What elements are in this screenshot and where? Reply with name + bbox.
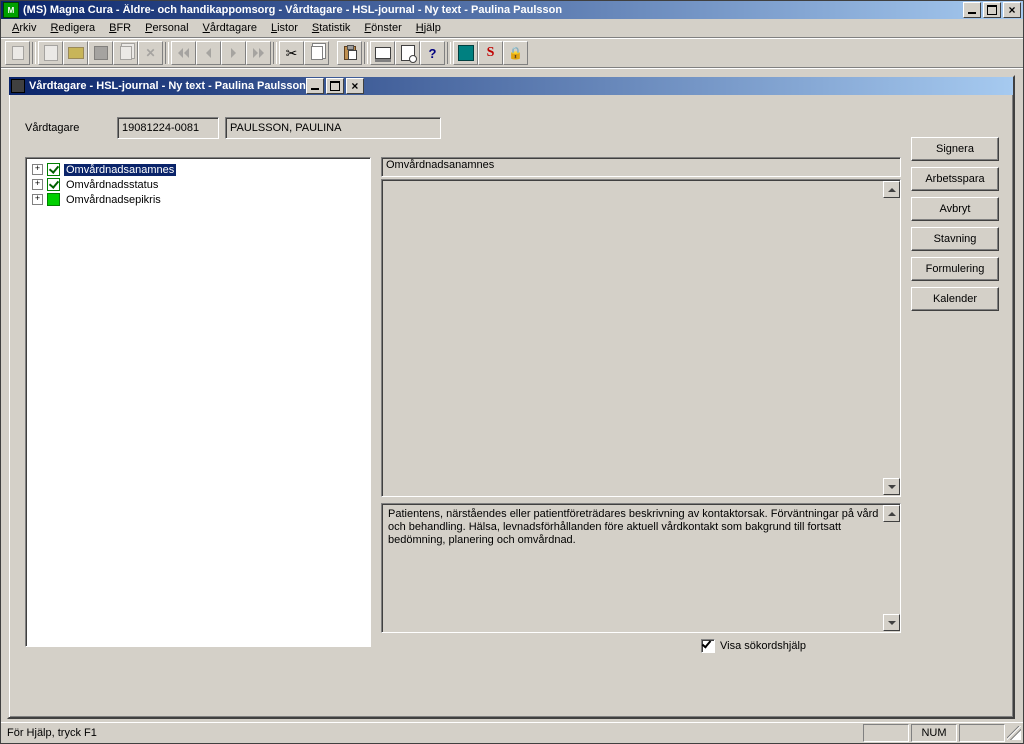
patient-row: Vårdtagare 19081224-0081 PAULSSON, PAULI…: [25, 117, 1003, 139]
tb-print-button[interactable]: [370, 41, 395, 65]
tb-s-button[interactable]: S: [478, 41, 503, 65]
journal-text-area[interactable]: [381, 179, 901, 497]
keyword-help-area: Patientens, närståendes eller patientför…: [381, 503, 901, 633]
menu-statistik[interactable]: Statistik: [305, 21, 358, 35]
show-keyword-help-row: Visa sökordshjälp: [381, 639, 901, 653]
arbetsspara-button[interactable]: Arbetsspara: [911, 167, 999, 191]
keyword-tree[interactable]: + Omvårdnadsanamnes + Omvårdnadsstatus +: [25, 157, 371, 647]
tb-open-button[interactable]: [63, 41, 88, 65]
application-window: M (MS) Magna Cura - Äldre- och handikapp…: [0, 0, 1024, 744]
check-icon: [47, 163, 60, 176]
scroll-down-button[interactable]: [883, 478, 900, 495]
menu-listor[interactable]: Listor: [264, 21, 305, 35]
status-bar: För Hjälp, tryck F1 NUM: [1, 722, 1023, 743]
restore-button[interactable]: [983, 2, 1001, 18]
tb-app-button[interactable]: [453, 41, 478, 65]
app-icon: M: [3, 2, 19, 18]
show-keyword-help-checkbox[interactable]: [701, 639, 715, 653]
close-button[interactable]: [1003, 2, 1021, 18]
editor-heading: Omvårdnadsanamnes: [381, 157, 901, 177]
menu-vardtagare[interactable]: Vårdtagare: [196, 21, 264, 35]
menu-redigera[interactable]: Redigera: [43, 21, 102, 35]
tb-help-button[interactable]: ?: [420, 41, 445, 65]
formulering-button[interactable]: Formulering: [911, 257, 999, 281]
scroll-up-button[interactable]: [883, 505, 900, 522]
kalender-button[interactable]: Kalender: [911, 287, 999, 311]
tree-item[interactable]: + Omvårdnadsanamnes: [28, 162, 368, 177]
patient-label: Vårdtagare: [25, 122, 117, 134]
menu-bar: Arkiv Redigera BFR Personal Vårdtagare L…: [1, 19, 1023, 38]
child-window: Vårdtagare - HSL-journal - Ny text - Pau…: [7, 75, 1015, 719]
menu-hjalp[interactable]: Hjälp: [409, 21, 448, 35]
menu-personal[interactable]: Personal: [138, 21, 195, 35]
menu-arkiv[interactable]: Arkiv: [5, 21, 43, 35]
child-maximize-button[interactable]: [326, 78, 344, 94]
scroll-up-button[interactable]: [883, 181, 900, 198]
check-icon: [47, 178, 60, 191]
tree-item[interactable]: + Omvårdnadsstatus: [28, 177, 368, 192]
scroll-down-button[interactable]: [883, 614, 900, 631]
status-text: För Hjälp, tryck F1: [3, 727, 861, 739]
mdi-client: Vårdtagare - HSL-journal - Ny text - Pau…: [1, 68, 1023, 722]
window-title: (MS) Magna Cura - Äldre- och handikappom…: [23, 4, 963, 16]
check-icon: [47, 193, 60, 206]
minimize-button[interactable]: [963, 2, 981, 18]
child-window-title: Vårdtagare - HSL-journal - Ny text - Pau…: [29, 80, 306, 92]
status-pane-num: NUM: [911, 724, 957, 742]
scrollbar[interactable]: [883, 505, 899, 631]
child-minimize-button[interactable]: [306, 78, 324, 94]
avbryt-button[interactable]: Avbryt: [911, 197, 999, 221]
tb-next-button[interactable]: [221, 41, 246, 65]
tb-paste-button[interactable]: [337, 41, 362, 65]
tree-item[interactable]: + Omvårdnadsepikris: [28, 192, 368, 207]
tb-first-button[interactable]: [171, 41, 196, 65]
menu-bfr[interactable]: BFR: [102, 21, 138, 35]
child-window-icon: [11, 79, 25, 93]
expand-icon[interactable]: +: [32, 194, 43, 205]
child-title-bar: Vårdtagare - HSL-journal - Ny text - Pau…: [9, 77, 1013, 95]
patient-name-field[interactable]: PAULSSON, PAULINA: [225, 117, 441, 139]
expand-icon[interactable]: +: [32, 179, 43, 190]
tb-lock-button[interactable]: 🔒: [503, 41, 528, 65]
menu-fonster[interactable]: Fönster: [357, 21, 408, 35]
tb-copy-button[interactable]: [304, 41, 329, 65]
tb-last-button[interactable]: [246, 41, 271, 65]
tb-save-button[interactable]: [88, 41, 113, 65]
status-pane-caps: [863, 724, 909, 742]
tb-new-button[interactable]: [38, 41, 63, 65]
editor-column: Omvårdnadsanamnes Patientens, närstående…: [381, 157, 901, 711]
child-body: Vårdtagare 19081224-0081 PAULSSON, PAULI…: [9, 95, 1013, 717]
show-keyword-help-label: Visa sökordshjälp: [720, 640, 806, 652]
patient-pnr-field[interactable]: 19081224-0081: [117, 117, 219, 139]
status-pane-scrl: [959, 724, 1005, 742]
stavning-button[interactable]: Stavning: [911, 227, 999, 251]
tb-delete-button[interactable]: ✕: [138, 41, 163, 65]
tb-prev-button[interactable]: [196, 41, 221, 65]
expand-icon[interactable]: +: [32, 164, 43, 175]
tree-item-label: Omvårdnadsstatus: [64, 179, 160, 191]
title-bar: M (MS) Magna Cura - Äldre- och handikapp…: [1, 1, 1023, 19]
keyword-help-text: Patientens, närståendes eller patientför…: [388, 508, 878, 546]
resize-grip-icon[interactable]: [1007, 726, 1021, 740]
scrollbar[interactable]: [883, 181, 899, 495]
tb-stop-button[interactable]: [5, 41, 30, 65]
signera-button[interactable]: Signera: [911, 137, 999, 161]
tree-item-label: Omvårdnadsanamnes: [64, 164, 176, 176]
action-buttons: Signera Arbetsspara Avbryt Stavning Form…: [911, 137, 999, 711]
tb-cut-button[interactable]: ✂: [279, 41, 304, 65]
tree-item-label: Omvårdnadsepikris: [64, 194, 163, 206]
tb-preview-button[interactable]: [395, 41, 420, 65]
child-close-button[interactable]: [346, 78, 364, 94]
tb-copydoc-button[interactable]: [113, 41, 138, 65]
toolbar: ✕ ✂ ? S 🔒: [1, 38, 1023, 68]
